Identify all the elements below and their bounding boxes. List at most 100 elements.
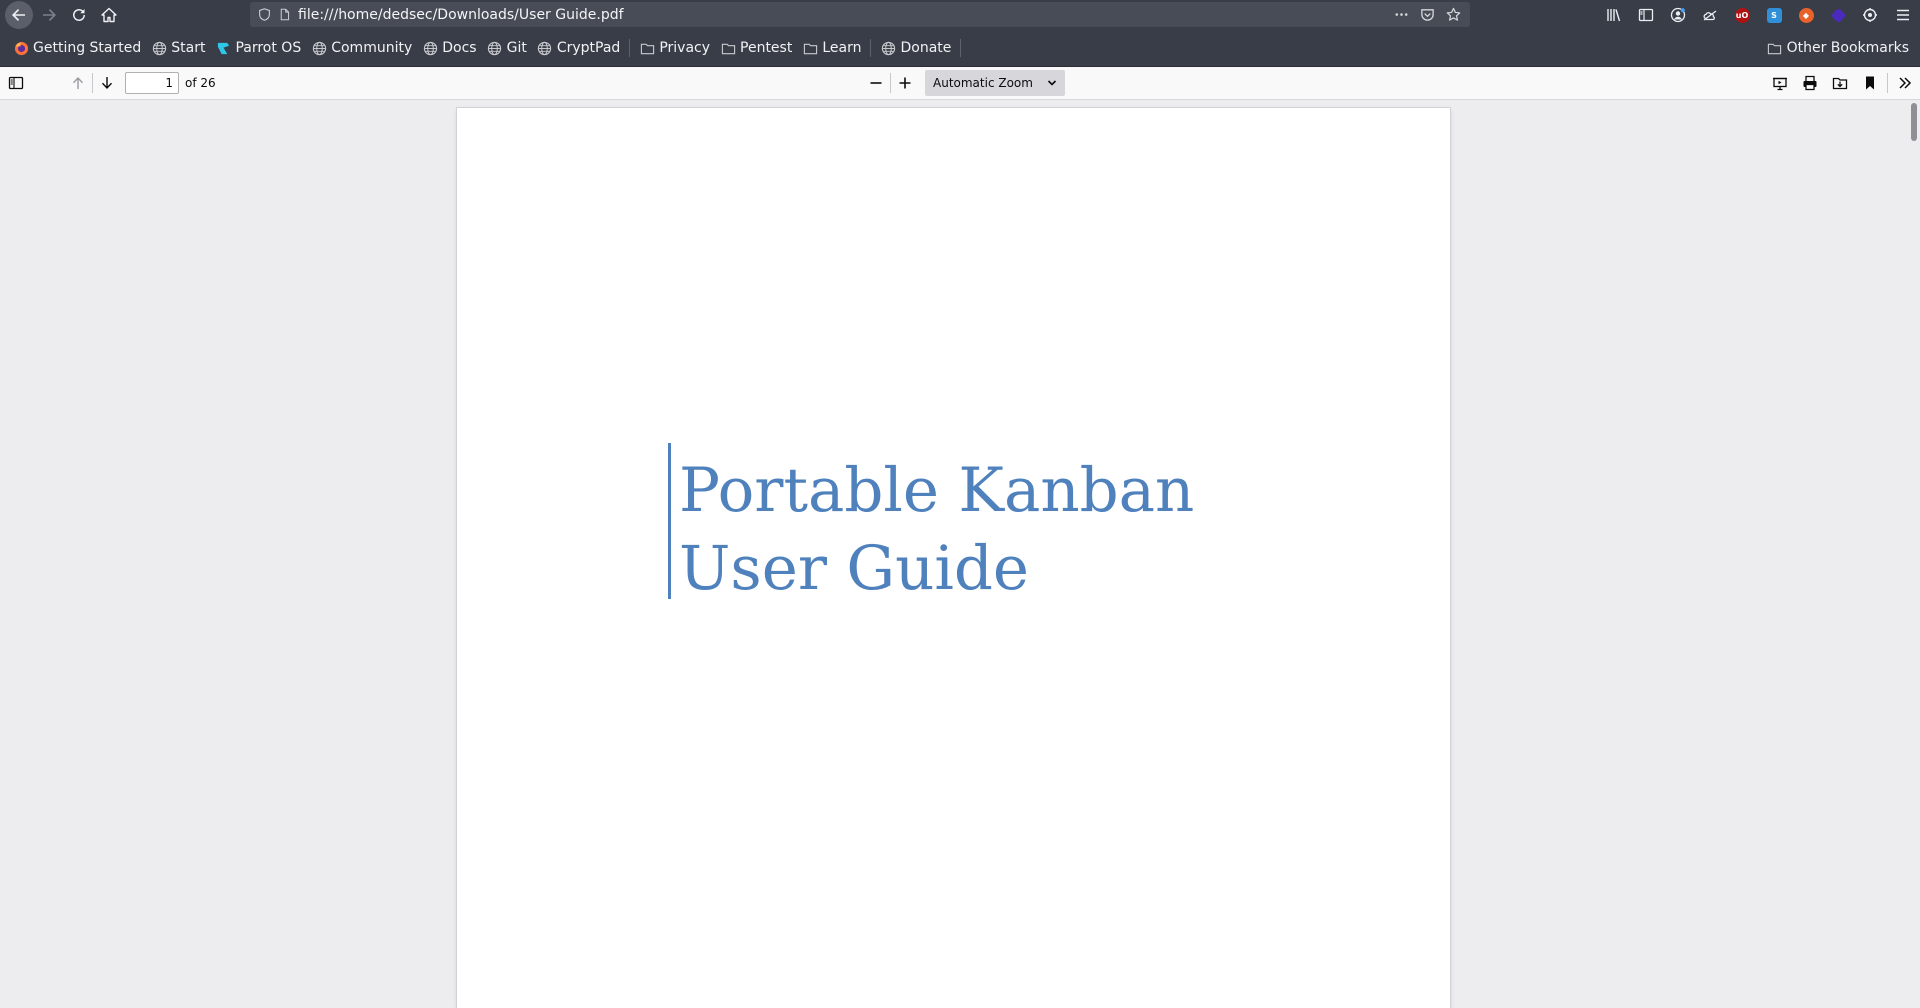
back-button[interactable]	[4, 0, 34, 30]
pdf-viewer-container[interactable]: Portable Kanban User Guide	[0, 100, 1920, 1008]
url-bar[interactable]: file:///home/dedsec/Downloads/User Guide…	[250, 2, 1470, 27]
tools-button[interactable]	[1890, 69, 1920, 97]
globe-icon	[422, 40, 438, 56]
extension-button-fox[interactable]: ◆	[1790, 0, 1822, 30]
bookmark-folder-learn[interactable]: Learn	[797, 35, 866, 61]
hamburger-menu-icon	[1897, 9, 1909, 21]
zoom-select[interactable]: Automatic Zoom	[925, 70, 1065, 96]
double-chevron-right-icon	[1899, 77, 1912, 89]
bookmark-star-icon[interactable]	[1444, 6, 1462, 24]
extension-button-s[interactable]: S	[1758, 0, 1790, 30]
toggle-sidebar-button[interactable]	[2, 69, 30, 97]
firefox-icon	[13, 40, 29, 56]
menu-button[interactable]	[1886, 0, 1920, 30]
bookmark-view-button[interactable]	[1855, 69, 1885, 97]
folder-icon	[1767, 40, 1783, 56]
bookmark-label: Learn	[822, 40, 862, 56]
bookmark-donate[interactable]: Donate	[875, 35, 956, 61]
home-icon	[101, 7, 117, 23]
globe-icon	[311, 40, 327, 56]
print-icon	[1803, 75, 1817, 91]
scrollbar-thumb[interactable]	[1911, 103, 1917, 141]
other-bookmarks-folder[interactable]: Other Bookmarks	[1762, 35, 1914, 61]
bookmark-git[interactable]: Git	[482, 35, 532, 61]
page-actions-icon[interactable]	[1392, 6, 1410, 24]
page-count: of 26	[185, 76, 216, 90]
account-icon	[1670, 7, 1686, 23]
print-button[interactable]	[1795, 69, 1825, 97]
bookmark-folder-pentest[interactable]: Pentest	[715, 35, 797, 61]
cloud-extension-icon	[1703, 10, 1717, 21]
tracking-shield-icon[interactable]	[254, 2, 274, 27]
bookmark-community[interactable]: Community	[306, 35, 417, 61]
parrot-icon	[215, 40, 231, 56]
ublock-icon: uO	[1734, 7, 1750, 23]
bookmark-label: Pentest	[740, 40, 793, 56]
bookmark-label: Donate	[900, 40, 952, 56]
home-button[interactable]	[94, 0, 124, 30]
bookmark-cryptpad[interactable]: CryptPad	[532, 35, 625, 61]
page-number-input[interactable]	[125, 72, 179, 94]
document-title-line-1: Portable Kanban	[679, 455, 1195, 526]
bookmarks-toolbar: Getting Started Start Parrot OS Communit…	[0, 30, 1920, 67]
bookmark-label: Start	[171, 40, 206, 56]
reload-button[interactable]	[64, 0, 94, 30]
fox-extension-icon: ◆	[1798, 7, 1814, 23]
folder-icon	[639, 40, 655, 56]
navigation-toolbar: file:///home/dedsec/Downloads/User Guide…	[0, 0, 1920, 30]
bookmark-separator	[870, 39, 872, 57]
cube-extension-icon	[1830, 7, 1846, 23]
zoom-controls: Automatic Zoom	[862, 69, 1065, 97]
library-button[interactable]	[1598, 0, 1630, 30]
sidebar-icon	[1638, 8, 1654, 22]
document-title-line-2: User Guide	[679, 533, 1030, 604]
zoom-in-button[interactable]	[891, 69, 919, 97]
bookmark-getting-started[interactable]: Getting Started	[8, 35, 146, 61]
bookmark-docs[interactable]: Docs	[417, 35, 481, 61]
ublock-button[interactable]: uO	[1726, 0, 1758, 30]
bookmark-label: Community	[331, 40, 413, 56]
bookmark-folder-privacy[interactable]: Privacy	[634, 35, 715, 61]
bookmark-start[interactable]: Start	[146, 35, 210, 61]
bookmark-icon	[1866, 76, 1874, 90]
plus-icon	[899, 77, 911, 89]
globe-icon	[487, 40, 503, 56]
page-info-icon[interactable]	[274, 2, 294, 27]
save-button[interactable]	[1825, 69, 1855, 97]
arrow-right-icon	[43, 9, 56, 21]
pdf-toolbar: of 26 Automatic Zoom	[0, 67, 1920, 100]
bookmark-label: Privacy	[659, 40, 711, 56]
sidebar-button[interactable]	[1630, 0, 1662, 30]
next-page-button[interactable]	[93, 69, 121, 97]
forward-button[interactable]	[34, 0, 64, 30]
vertical-scrollbar[interactable]	[1908, 100, 1920, 989]
presentation-mode-button[interactable]	[1765, 69, 1795, 97]
globe-icon	[537, 40, 553, 56]
s-extension-icon: S	[1766, 7, 1782, 23]
bookmark-label: Docs	[442, 40, 477, 56]
reload-icon	[73, 8, 85, 21]
extension-button-cube[interactable]	[1822, 0, 1854, 30]
account-button[interactable]	[1662, 0, 1694, 30]
folder-icon	[720, 40, 736, 56]
url-text[interactable]: file:///home/dedsec/Downloads/User Guide…	[298, 7, 1392, 23]
previous-page-button[interactable]	[64, 69, 92, 97]
bookmark-separator	[960, 39, 962, 57]
extension-button-gear[interactable]	[1854, 0, 1886, 30]
arrow-up-icon	[73, 77, 83, 89]
bookmark-label: CryptPad	[556, 40, 621, 56]
pdf-page-1: Portable Kanban User Guide	[457, 108, 1450, 1008]
zoom-out-button[interactable]	[862, 69, 890, 97]
gear-extension-icon	[1863, 8, 1877, 22]
bookmark-label: Getting Started	[33, 40, 142, 56]
extension-button-1[interactable]	[1694, 0, 1726, 30]
other-bookmarks-label: Other Bookmarks	[1786, 40, 1909, 56]
bookmark-parrot-os[interactable]: Parrot OS	[210, 35, 306, 61]
bookmark-separator	[629, 39, 631, 57]
toolbar-separator	[1887, 73, 1888, 93]
pocket-icon[interactable]	[1418, 6, 1436, 24]
sidebar-toggle-icon	[8, 76, 24, 90]
arrow-down-icon	[102, 77, 112, 89]
globe-icon	[151, 40, 167, 56]
minus-icon	[870, 82, 882, 84]
